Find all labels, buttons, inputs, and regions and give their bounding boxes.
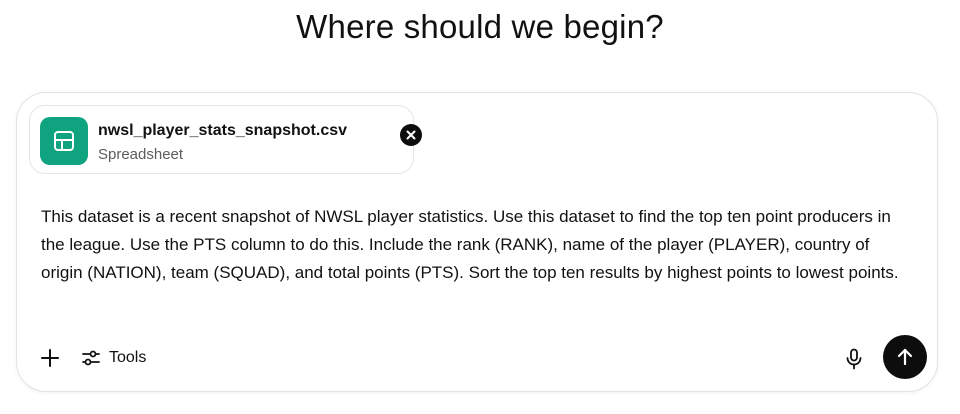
spreadsheet-icon <box>40 117 88 165</box>
attachment-file-type: Spreadsheet <box>98 146 184 163</box>
microphone-button[interactable] <box>843 346 865 372</box>
microphone-icon <box>846 348 862 370</box>
tools-label: Tools <box>109 349 147 366</box>
remove-attachment-button[interactable] <box>400 124 422 146</box>
attachment-card[interactable]: nwsl_player_stats_snapshot.csv Spreadshe… <box>29 105 422 174</box>
send-button[interactable] <box>883 335 927 379</box>
page-heading: Where should we begin? <box>296 8 664 45</box>
add-button[interactable] <box>37 345 63 371</box>
attachment-file-name: nwsl_player_stats_snapshot.csv <box>98 122 348 139</box>
sliders-icon <box>82 350 100 366</box>
prompt-composer: nwsl_player_stats_snapshot.csv Spreadshe… <box>16 92 938 392</box>
prompt-input[interactable]: This dataset is a recent snapshot of NWS… <box>41 203 911 287</box>
arrow-up-icon <box>897 348 913 366</box>
plus-icon <box>41 349 59 367</box>
close-icon <box>406 130 416 140</box>
composer-toolbar: Tools <box>17 333 937 383</box>
tools-button[interactable]: Tools <box>81 343 146 373</box>
